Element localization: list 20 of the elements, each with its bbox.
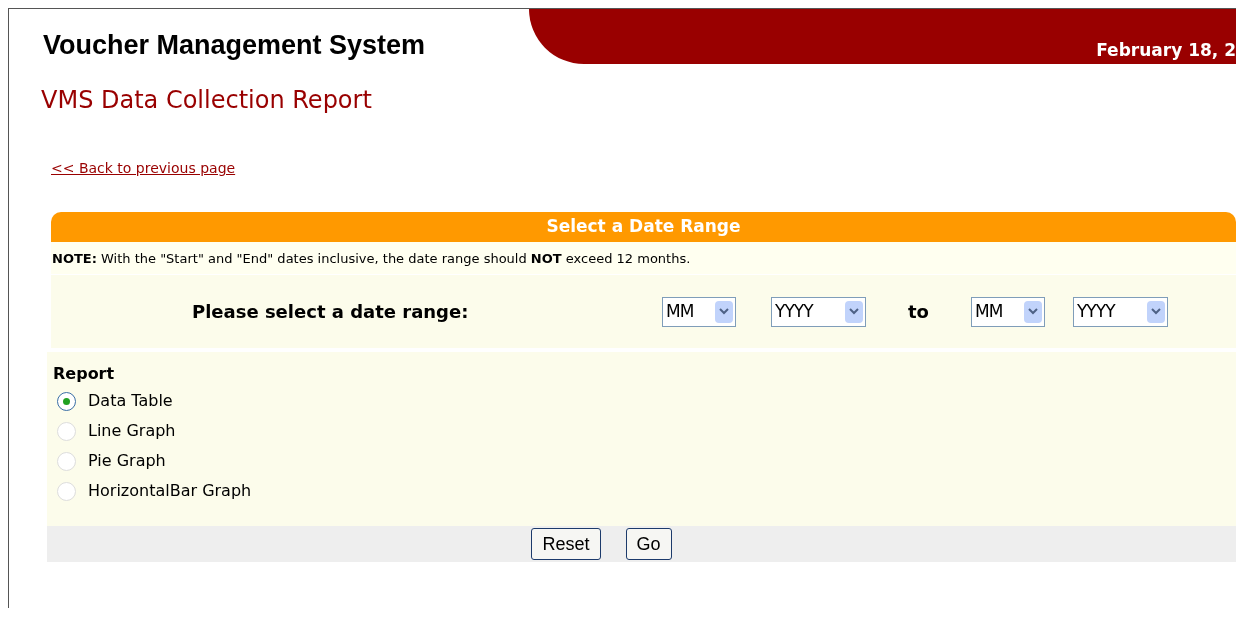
panel-header: Select a Date Range [51,212,1236,242]
dropdown[interactable]: YYYY [771,296,866,327]
reset-button[interactable]: Reset [531,528,601,560]
back-link[interactable]: << Back to previous page [51,160,236,176]
dropdown[interactable]: YYYY [1073,296,1168,327]
dropdown[interactable]: MM [662,296,736,327]
radio-button[interactable] [57,391,76,411]
app-title: Voucher Management System [43,30,426,60]
to-label: to [908,300,929,324]
header-date: February 18, 2 [1096,38,1236,62]
dropdown[interactable]: MM [971,296,1045,327]
page-title: VMS Data Collection Report [41,86,372,114]
note-text: NOTE: With the "Start" and "End" dates inclusive, the date range should NOT exceed 12 months. [52,251,691,266]
go-button[interactable]: Go [625,528,672,560]
report-label: Report [53,363,116,385]
radio-label: HorizontalBar Graph [88,480,252,502]
range-label: Please select a date range: [192,300,470,324]
radio-label: Line Graph [88,420,176,442]
radio-label: Pie Graph [88,450,166,472]
radio-label: Data Table [88,390,173,412]
